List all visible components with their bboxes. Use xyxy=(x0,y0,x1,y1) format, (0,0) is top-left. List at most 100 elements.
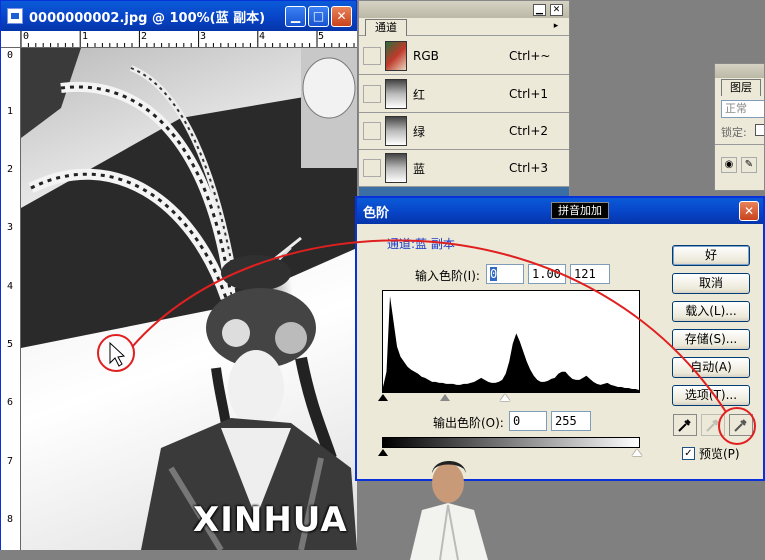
ruler-label: 4 xyxy=(259,31,266,42)
channel-row-green[interactable]: 绿 Ctrl+2 xyxy=(359,113,569,150)
ruler-label: 0 xyxy=(7,50,14,61)
input-black-value: 0 xyxy=(490,267,498,281)
visibility-toggle[interactable] xyxy=(363,47,381,65)
blend-mode-select[interactable]: 正常 xyxy=(721,100,764,118)
ruler-origin[interactable] xyxy=(1,31,21,48)
input-black-slider-handle[interactable] xyxy=(378,394,388,401)
eye-icon[interactable]: ◉ xyxy=(721,157,737,173)
channel-row-red[interactable]: 红 Ctrl+1 xyxy=(359,76,569,113)
ruler-label: 7 xyxy=(7,456,14,467)
preview-label: 预览(P) xyxy=(699,447,740,461)
channel-name: 红 xyxy=(413,87,426,102)
output-gradient-bar xyxy=(382,437,640,448)
preview-checkbox[interactable]: ✓ xyxy=(682,447,695,460)
histogram-area xyxy=(383,296,639,392)
close-icon: ✕ xyxy=(336,9,347,23)
ruler-label: 8 xyxy=(7,514,14,525)
ruler-label: 6 xyxy=(7,397,14,408)
document-titlebar[interactable]: 0000000002.jpg @ 100%(蓝 副本) ▁ □ ✕ xyxy=(1,1,356,31)
layers-panel-titlebar[interactable] xyxy=(715,64,764,78)
options-button[interactable]: 选项(T)... xyxy=(672,385,750,406)
channel-shortcut: Ctrl+1 xyxy=(509,87,549,101)
close-button[interactable]: ✕ xyxy=(331,5,352,27)
channel-thumbnail xyxy=(385,153,407,183)
output-black-slider-handle[interactable] xyxy=(378,449,388,456)
minimize-button[interactable]: ▁ xyxy=(285,5,306,27)
input-white-field[interactable]: 121 xyxy=(570,264,610,284)
close-icon: ✕ xyxy=(743,204,755,218)
horizontal-ruler[interactable]: 0 1 2 3 4 5 xyxy=(21,31,357,48)
channel-shortcut: Ctrl+3 xyxy=(509,161,549,175)
levels-close-button[interactable]: ✕ xyxy=(739,201,759,221)
tab-layers[interactable]: 图层 xyxy=(721,79,761,96)
output-white-field[interactable]: 255 xyxy=(551,411,591,431)
maximize-button[interactable]: □ xyxy=(308,5,329,27)
gray-point-eyedropper[interactable] xyxy=(701,414,725,436)
black-point-eyedropper[interactable] xyxy=(673,414,697,436)
input-gamma-field[interactable]: 1.00 xyxy=(528,264,566,284)
output-white-slider-handle[interactable] xyxy=(632,449,642,456)
lock-label: 锁定: xyxy=(721,126,747,139)
ruler-label: 5 xyxy=(318,31,325,42)
maximize-icon: □ xyxy=(312,9,325,23)
histogram-graph xyxy=(383,296,639,392)
channel-thumbnail xyxy=(385,116,407,146)
channel-name: RGB xyxy=(413,49,439,63)
channels-panel-titlebar[interactable]: ▁ ✕ xyxy=(359,1,569,18)
panel-menu-button[interactable]: ▸ xyxy=(549,20,563,33)
load-button[interactable]: 载入(L)... xyxy=(672,301,750,322)
ruler-label: 1 xyxy=(7,106,14,117)
channels-panel: ▁ ✕ 通道 ▸ RGB Ctrl+~ 红 Ctrl+1 绿 Ctrl+2 蓝 … xyxy=(358,0,570,197)
histogram xyxy=(382,290,640,393)
minimize-icon: ▁ xyxy=(290,9,301,23)
ruler-label: 3 xyxy=(7,222,14,233)
input-slider[interactable] xyxy=(378,394,640,402)
input-white-slider-handle[interactable] xyxy=(500,394,510,401)
cancel-button[interactable]: 取消 xyxy=(672,273,750,294)
channel-thumbnail xyxy=(385,79,407,109)
document-window: 0000000002.jpg @ 100%(蓝 副本) ▁ □ ✕ 0 1 2 … xyxy=(0,0,357,550)
panel-minimize-button[interactable]: ▁ xyxy=(533,3,546,16)
document-icon xyxy=(7,8,23,24)
visibility-toggle[interactable] xyxy=(363,159,381,177)
input-gamma-slider-handle[interactable] xyxy=(440,394,450,401)
input-levels-label: 输入色阶(I): xyxy=(415,269,480,283)
output-black-field[interactable]: 0 xyxy=(509,411,547,431)
channel-row-blue[interactable]: 蓝 Ctrl+3 xyxy=(359,150,569,187)
eyedropper-gray-icon xyxy=(706,419,719,432)
ok-button[interactable]: 好 xyxy=(672,245,750,266)
channel-select[interactable]: 通道:蓝 副本 xyxy=(387,235,455,252)
auto-button[interactable]: 自动(A) xyxy=(672,357,750,378)
ime-indicator[interactable]: 拼音加加 xyxy=(551,202,609,219)
visibility-toggle[interactable] xyxy=(363,122,381,140)
channel-shortcut: Ctrl+2 xyxy=(509,124,549,138)
channel-shortcut: Ctrl+~ xyxy=(509,49,551,63)
vertical-ruler[interactable]: 0 1 2 3 4 5 6 7 8 xyxy=(1,48,21,550)
watermark-text: XINHUA xyxy=(193,500,348,540)
visibility-toggle[interactable] xyxy=(363,85,381,103)
preview-checkbox-row[interactable]: ✓ 预览(P) xyxy=(682,445,740,462)
white-point-eyedropper[interactable] xyxy=(729,414,753,436)
person-illustration xyxy=(410,461,488,560)
image-canvas[interactable]: XINHUA xyxy=(21,48,357,550)
ruler-label: 2 xyxy=(7,164,14,175)
save-button[interactable]: 存储(S)... xyxy=(672,329,750,350)
layer-row[interactable]: ◉ ✎ xyxy=(715,144,764,186)
tab-channels[interactable]: 通道 xyxy=(365,19,407,36)
levels-dialog: 色阶 拼音加加 ✕ 通道:蓝 副本 输入色阶(I): 0 1.00 121 输出… xyxy=(355,196,765,481)
output-levels-label: 输出色阶(O): xyxy=(433,416,504,430)
ruler-label: 5 xyxy=(7,339,14,350)
lock-checkbox[interactable] xyxy=(755,124,764,136)
ruler-label: 2 xyxy=(141,31,148,42)
horizontal-ruler-ticks xyxy=(21,31,355,47)
channel-name: 蓝 xyxy=(413,161,426,176)
input-black-field[interactable]: 0 xyxy=(486,264,524,284)
channel-name: 绿 xyxy=(413,124,426,139)
panel-close-button[interactable]: ✕ xyxy=(550,3,563,16)
eyedropper-white-icon xyxy=(734,419,747,432)
ruler-label: 4 xyxy=(7,281,14,292)
channel-row-rgb[interactable]: RGB Ctrl+~ xyxy=(359,38,569,75)
ruler-label: 3 xyxy=(200,31,207,42)
document-title: 0000000002.jpg @ 100%(蓝 副本) xyxy=(29,10,266,26)
levels-title: 色阶 xyxy=(363,205,390,221)
